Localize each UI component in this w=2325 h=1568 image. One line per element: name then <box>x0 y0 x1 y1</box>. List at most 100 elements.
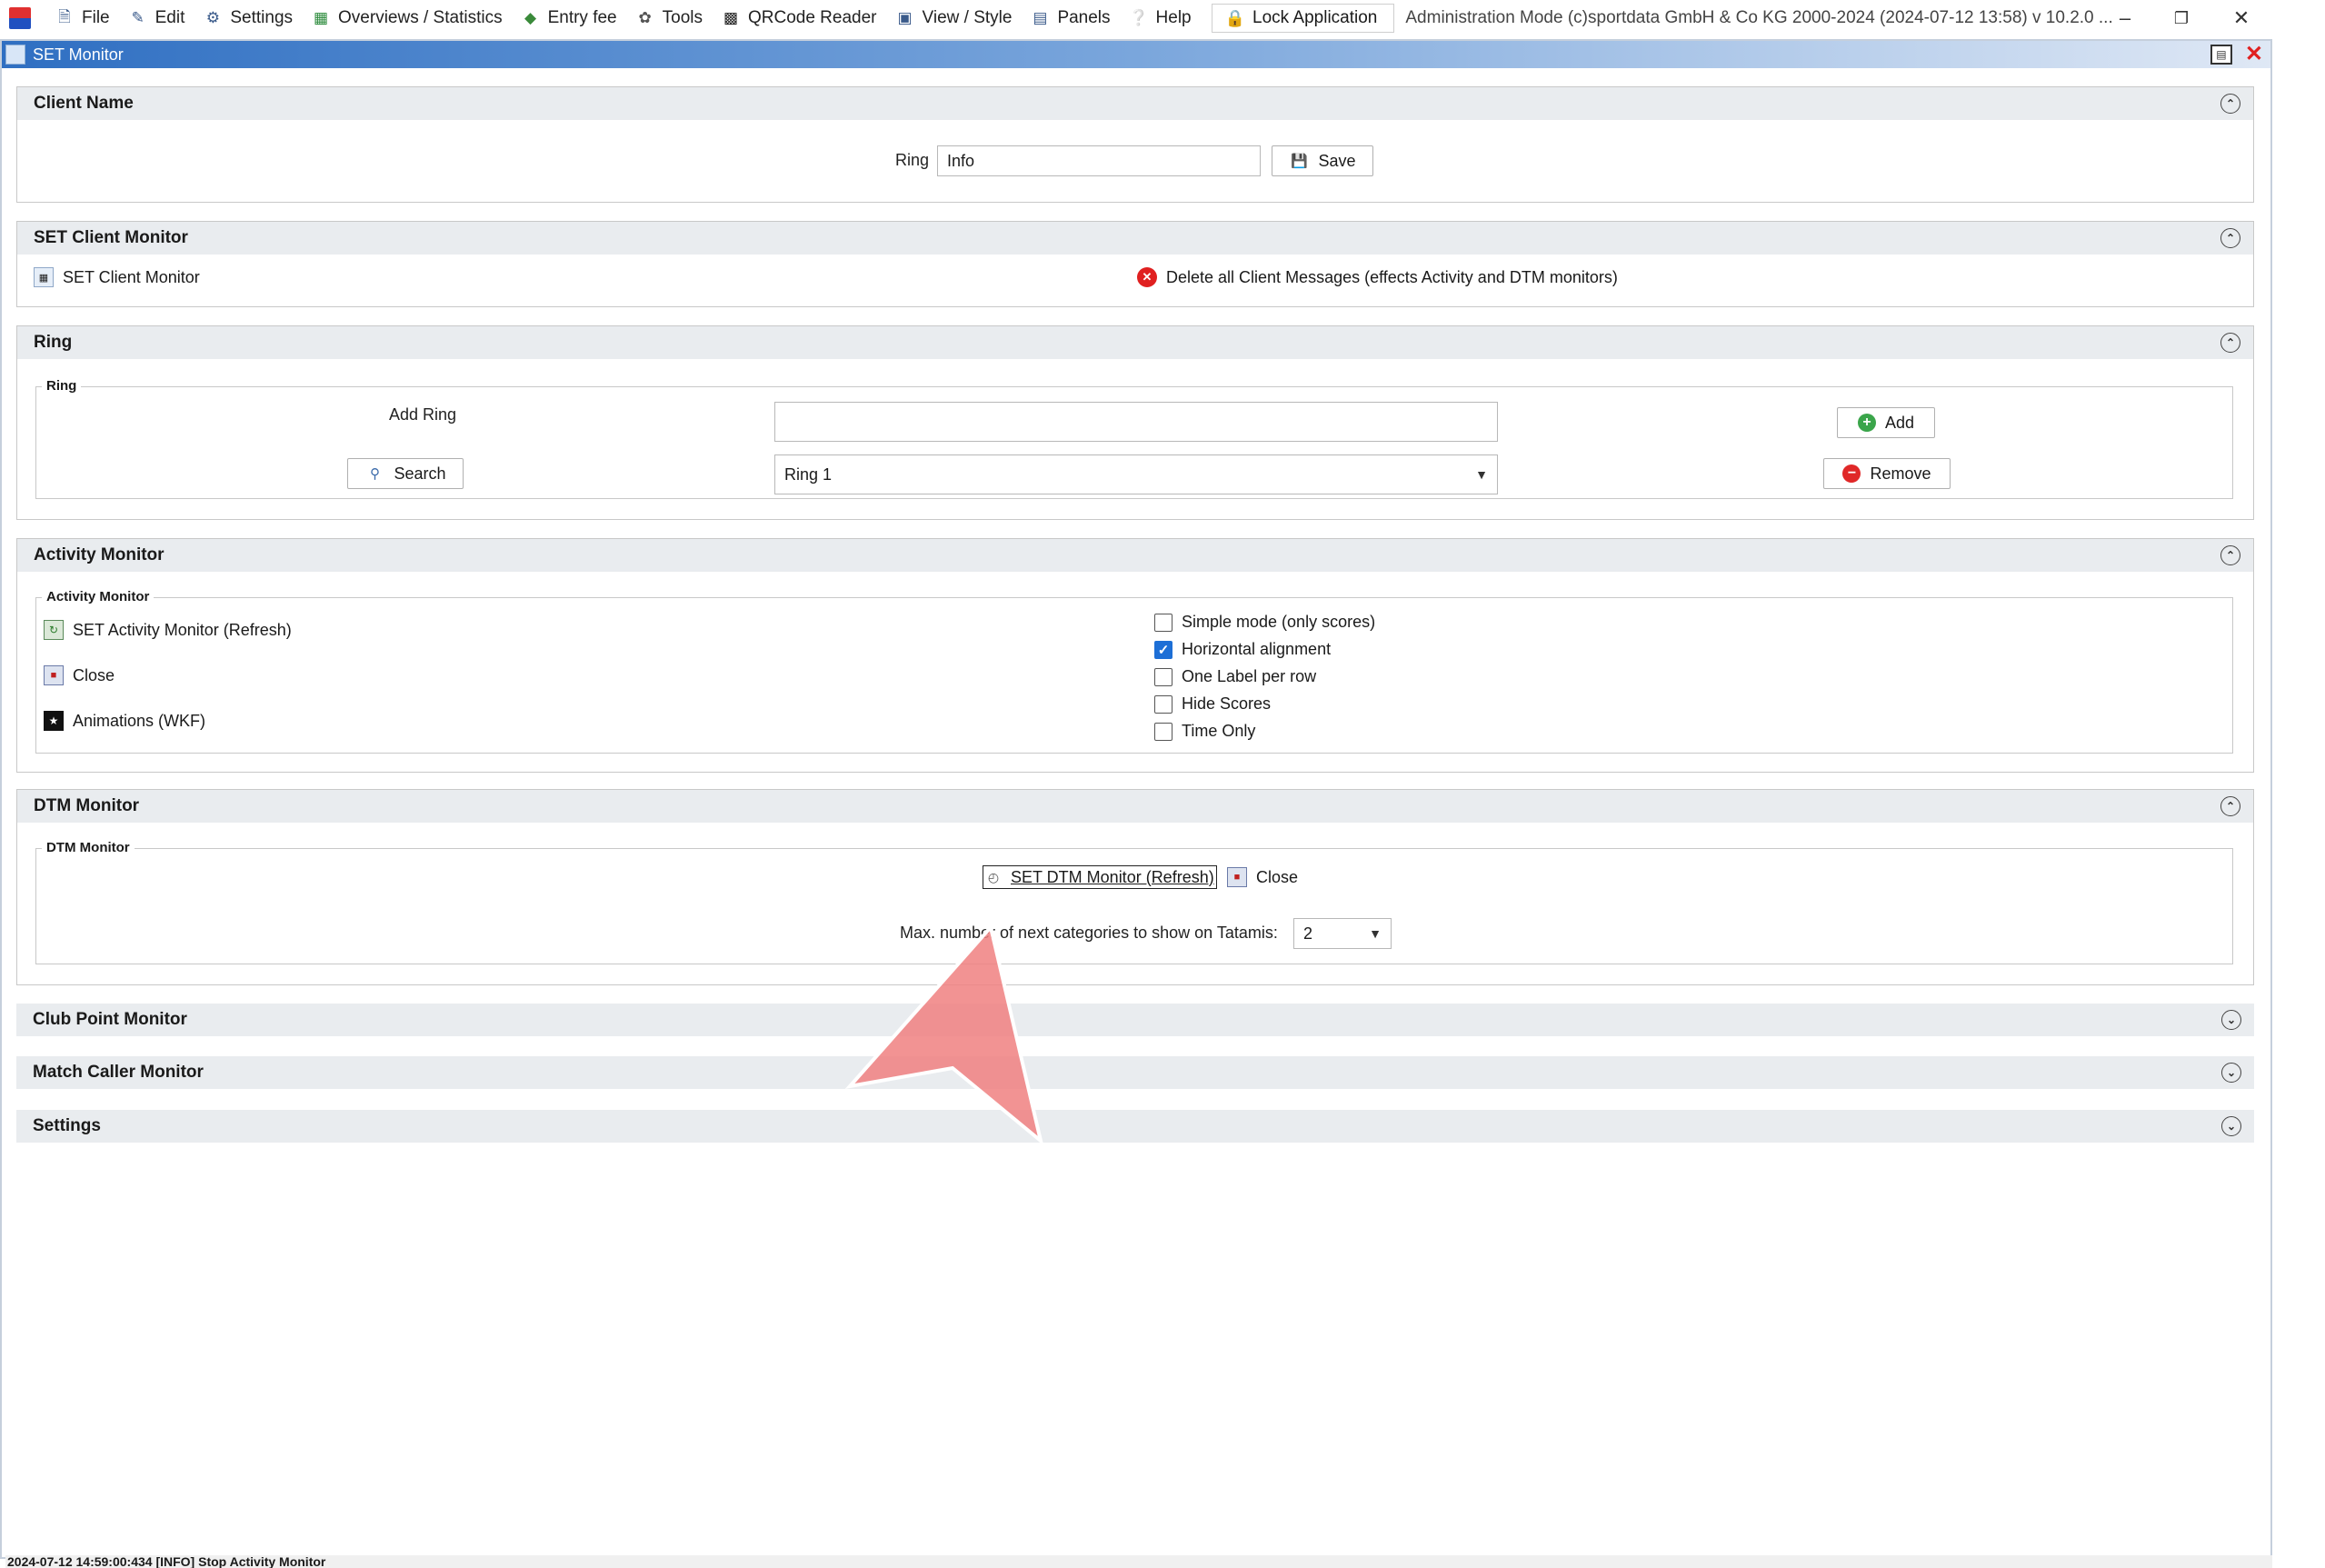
pointer-arrow-icon <box>844 927 1044 1146</box>
max-categories-select[interactable]: 2 ▼ <box>1293 918 1392 949</box>
window-title-bar: SET Monitor ▤ ✕ <box>2 41 2270 68</box>
club-point-monitor-title: Club Point Monitor <box>33 1010 187 1029</box>
expand-down-icon[interactable]: ⌄ <box>2221 1116 2241 1136</box>
chevron-down-icon: ▼ <box>1369 926 1382 941</box>
animations-wkf-link[interactable]: ★ Animations (WKF) <box>44 711 205 731</box>
one-label-per-row-checkbox[interactable]: One Label per row <box>1154 667 1316 686</box>
menu-settings[interactable]: ⚙ Settings <box>195 0 304 36</box>
wrench-icon: ✿ <box>638 9 652 26</box>
settings-header[interactable]: Settings ⌄ <box>16 1110 2254 1143</box>
menu-edit[interactable]: ✎ Edit <box>121 0 196 36</box>
activity-monitor-header[interactable]: Activity Monitor ⌃ <box>17 539 2253 572</box>
delete-icon: ✕ <box>1137 267 1157 287</box>
set-activity-monitor-link[interactable]: ↻ SET Activity Monitor (Refresh) <box>44 620 292 640</box>
expand-down-icon[interactable]: ⌄ <box>2221 1063 2241 1083</box>
expand-down-icon[interactable]: ⌄ <box>2221 1010 2241 1030</box>
delete-client-messages-link[interactable]: ✕ Delete all Client Messages (effects Ac… <box>1137 267 1618 287</box>
remove-ring-button[interactable]: − Remove <box>1823 458 1951 489</box>
set-client-monitor-title: SET Client Monitor <box>34 228 188 247</box>
one-label-per-row-label: One Label per row <box>1182 667 1317 685</box>
simple-mode-checkbox[interactable]: Simple mode (only scores) <box>1154 613 1375 632</box>
menu-overviews[interactable]: ▦ Overviews / Statistics <box>304 0 514 36</box>
checkbox-box[interactable] <box>1154 722 1172 741</box>
monitor-close-icon: ■ <box>44 665 64 685</box>
ring-select-value: Ring 1 <box>784 464 833 484</box>
collapse-up-icon[interactable]: ⌃ <box>2220 228 2240 248</box>
collapse-up-icon[interactable]: ⌃ <box>2220 94 2240 114</box>
checkbox-box[interactable] <box>1154 694 1172 714</box>
add-ring-button[interactable]: + Add <box>1837 407 1935 438</box>
checkmark-icon[interactable]: ✓ <box>1154 640 1172 659</box>
close-app-button[interactable]: ✕ <box>2216 0 2267 36</box>
collapse-up-icon[interactable]: ⌃ <box>2220 545 2240 565</box>
hide-scores-checkbox[interactable]: Hide Scores <box>1154 694 1271 714</box>
collapse-up-icon[interactable]: ⌃ <box>2220 333 2240 353</box>
refresh-icon: ◴ <box>987 869 1000 884</box>
app-logo-icon[interactable] <box>9 7 31 29</box>
activity-monitor-legend: Activity Monitor <box>42 589 155 604</box>
horizontal-alignment-checkbox[interactable]: ✓ Horizontal alignment <box>1154 640 1331 659</box>
save-button[interactable]: 💾 Save <box>1272 145 1373 176</box>
menu-edit-label: Edit <box>155 8 185 27</box>
help-icon: ❔ <box>1128 9 1149 26</box>
set-dtm-monitor-link[interactable]: ◴ SET DTM Monitor (Refresh) <box>983 865 1217 889</box>
close-icon: ✕ <box>2232 6 2250 29</box>
menu-tools-label: Tools <box>662 8 703 27</box>
client-ring-input[interactable]: Info <box>937 145 1261 176</box>
search-ring-button[interactable]: ⚲ Search <box>347 458 464 489</box>
admin-mode-text: Administration Mode (c)sportdata GmbH & … <box>1405 8 2113 27</box>
checkbox-box[interactable] <box>1154 667 1172 686</box>
dtm-monitor-title: DTM Monitor <box>34 796 140 815</box>
ring-title: Ring <box>34 333 73 352</box>
menu-qrcode-label: QRCode Reader <box>747 8 877 27</box>
money-icon: ◆ <box>524 9 537 26</box>
close-dtm-monitor-link[interactable]: ■ Close <box>1227 867 1298 887</box>
time-only-checkbox[interactable]: Time Only <box>1154 722 1255 741</box>
minimize-button[interactable]: – <box>2100 0 2150 36</box>
set-client-monitor-header[interactable]: SET Client Monitor ⌃ <box>17 222 2253 255</box>
menu-tools[interactable]: ✿ Tools <box>628 0 713 36</box>
lock-application-button[interactable]: 🔒 Lock Application <box>1211 4 1395 33</box>
ring-select[interactable]: Ring 1 ▼ <box>774 454 1498 494</box>
search-ring-label: Search <box>394 464 446 483</box>
menu-panels[interactable]: ▤ Panels <box>1023 0 1121 36</box>
club-point-monitor-section: Club Point Monitor ⌄ <box>16 1004 2254 1036</box>
menu-bar: 🗎 File ✎ Edit ⚙ Settings ▦ Overviews / S… <box>0 0 2272 36</box>
add-ring-input[interactable] <box>774 402 1498 442</box>
undock-icon[interactable]: ▤ <box>2210 45 2232 65</box>
close-window-icon[interactable]: ✕ <box>2245 44 2263 65</box>
set-client-monitor-section: SET Client Monitor ⌃ ▦ SET Client Monito… <box>16 221 2254 307</box>
ring-header[interactable]: Ring ⌃ <box>17 326 2253 359</box>
club-point-monitor-header[interactable]: Club Point Monitor ⌄ <box>16 1004 2254 1036</box>
qrcode-icon: ▩ <box>723 9 739 26</box>
set-client-monitor-link[interactable]: ▦ SET Client Monitor <box>34 267 200 287</box>
client-name-section: Client Name ⌃ Ring Info 💾 Save <box>16 86 2254 203</box>
client-name-title: Client Name <box>34 94 134 113</box>
client-name-header[interactable]: Client Name ⌃ <box>17 87 2253 120</box>
lock-application-label: Lock Application <box>1252 8 1378 27</box>
monitor-refresh-icon: ↻ <box>44 620 64 640</box>
set-activity-monitor-label: SET Activity Monitor (Refresh) <box>73 620 292 639</box>
add-ring-label: Add Ring <box>389 405 457 424</box>
restore-button[interactable]: ❐ <box>2156 0 2207 36</box>
dtm-monitor-section: DTM Monitor ⌃ DTM Monitor ◴ SET DTM Moni… <box>16 789 2254 985</box>
view-icon: ▣ <box>897 9 913 26</box>
checkbox-box[interactable] <box>1154 613 1172 632</box>
edit-icon: ✎ <box>131 9 145 26</box>
menu-help-label: Help <box>1155 8 1192 27</box>
status-bar-text: 2024-07-12 14:59:00:434 [INFO] Stop Acti… <box>5 1555 2272 1568</box>
hide-scores-label: Hide Scores <box>1182 694 1272 713</box>
menu-file[interactable]: 🗎 File <box>47 0 121 36</box>
dtm-monitor-header[interactable]: DTM Monitor ⌃ <box>17 790 2253 823</box>
add-ring-button-label: Add <box>1884 413 1915 432</box>
menu-help[interactable]: ❔ Help <box>1122 0 1202 36</box>
match-caller-monitor-header[interactable]: Match Caller Monitor ⌄ <box>16 1056 2254 1089</box>
ring-legend: Ring <box>42 378 82 394</box>
close-activity-monitor-link[interactable]: ■ Close <box>44 665 115 685</box>
ring-label: Ring <box>895 151 930 169</box>
settings-title: Settings <box>33 1116 101 1135</box>
menu-qrcode[interactable]: ▩ QRCode Reader <box>713 0 888 36</box>
menu-view-style[interactable]: ▣ View / Style <box>888 0 1023 36</box>
menu-entry-fee[interactable]: ◆ Entry fee <box>514 0 628 36</box>
collapse-up-icon[interactable]: ⌃ <box>2220 796 2240 816</box>
